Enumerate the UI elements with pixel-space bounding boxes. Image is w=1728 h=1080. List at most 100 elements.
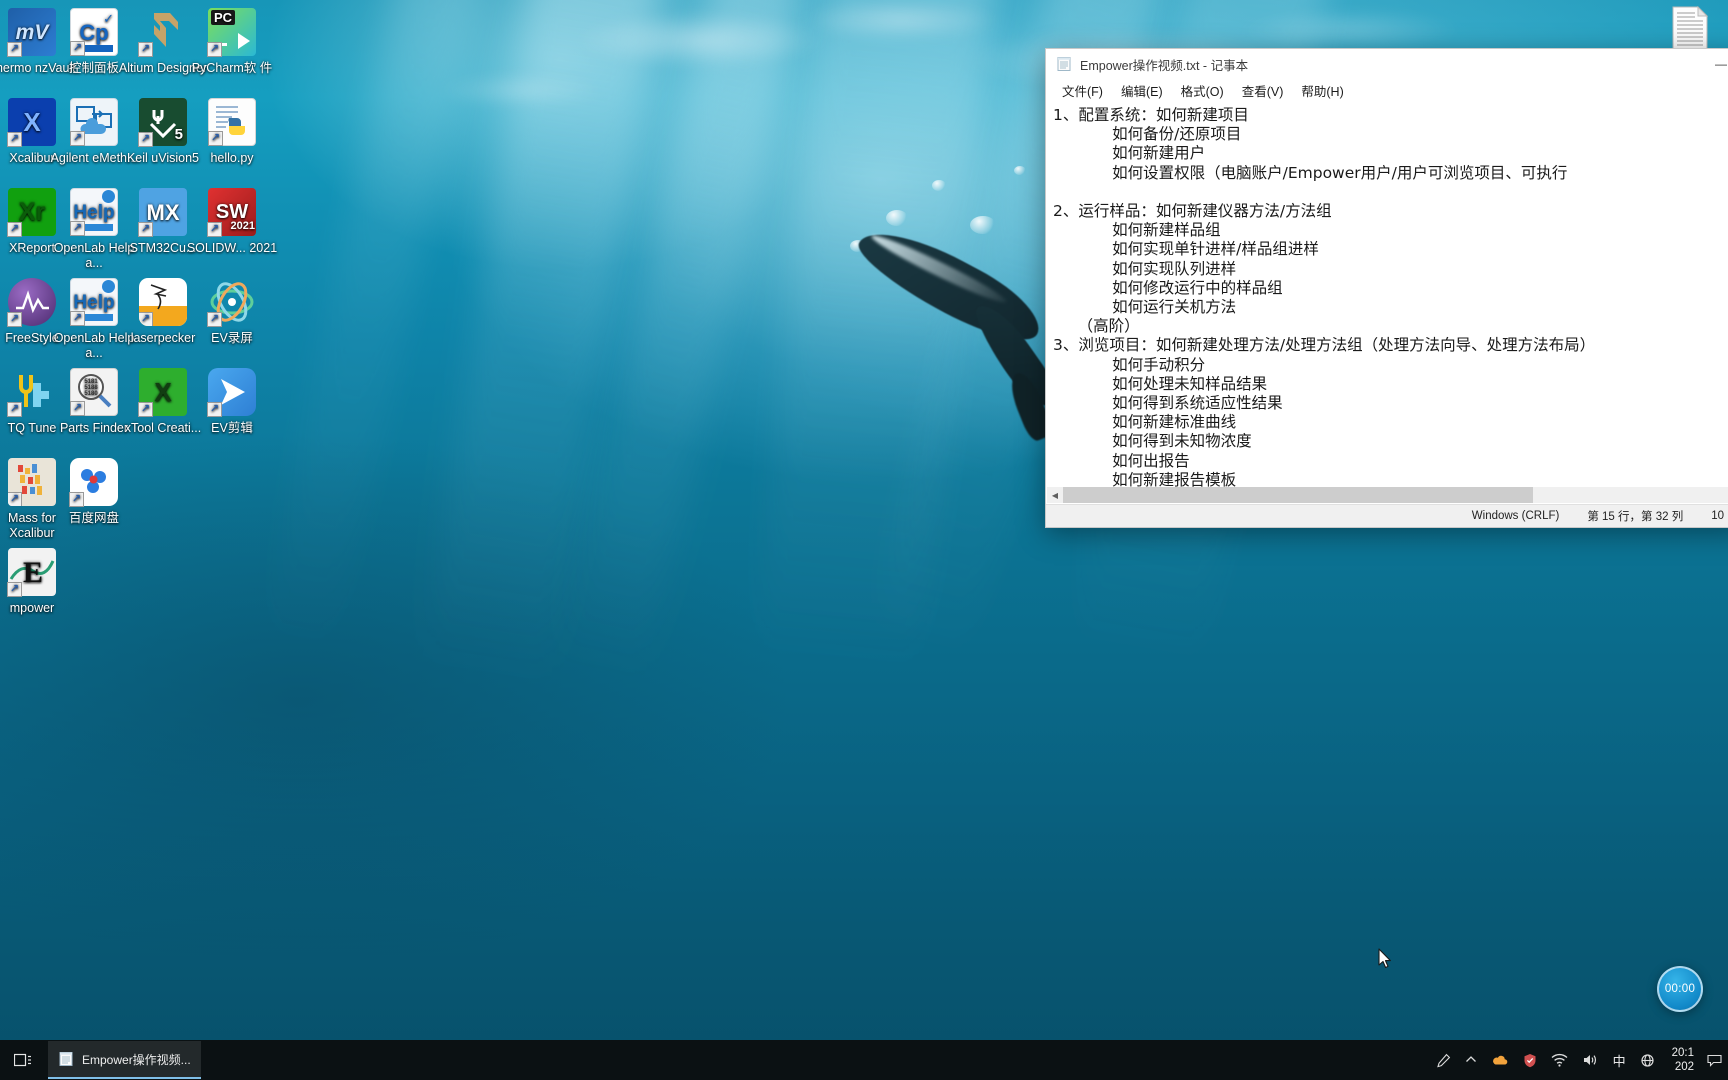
status-zoom: 10 (1711, 510, 1724, 522)
desktop-icon-label: 百度网盘 (68, 511, 119, 525)
shortcut-arrow-icon (70, 401, 85, 416)
menu-item-view[interactable]: 查看(V) (1234, 79, 1292, 102)
task-view-button[interactable] (0, 1040, 46, 1080)
shortcut-arrow-icon (70, 41, 85, 56)
desktop-icon-grid: mVThermo nzVaultCp✓控制面板Altium DesignerPC… (0, 0, 280, 660)
shortcut-arrow-icon (138, 222, 153, 237)
desktop-icon-ev-luping[interactable]: EV录屏 (186, 278, 278, 346)
notepad-text-area[interactable]: 1、配置系统：如何新建项目 如何备份/还原项目 如何新建用户 如何设置权限（电脑… (1046, 103, 1728, 504)
notepad-text-content[interactable]: 1、配置系统：如何新建项目 如何备份/还原项目 如何新建用户 如何设置权限（电脑… (1053, 106, 1728, 503)
svg-text:5180: 5180 (84, 391, 98, 397)
desktop-icon-glyph (138, 8, 187, 57)
scrollbar-thumb[interactable] (1063, 487, 1533, 503)
desktop-icon-glyph: Cp ✓ (70, 8, 118, 56)
ime-chinese-icon[interactable]: 中 (1606, 1040, 1633, 1080)
taskbar-item-notepad[interactable]: Empower操作视频... (48, 1041, 201, 1079)
desktop-icon-baidu-netdisk[interactable]: 百度网盘 (48, 458, 140, 526)
shortcut-arrow-icon (7, 132, 22, 147)
taskbar-clock[interactable]: 20:1 202 (1662, 1040, 1704, 1080)
svg-text:E: E (23, 556, 43, 589)
desktop-icon-glyph (207, 368, 256, 417)
notepad-statusbar: Windows (CRLF) 第 15 行，第 32 列 10 (1046, 504, 1728, 527)
network-icon[interactable] (1544, 1040, 1575, 1080)
window-controls: — (1698, 49, 1728, 79)
shortcut-arrow-icon (7, 582, 22, 597)
clock-date: 202 (1674, 1061, 1694, 1073)
minimize-button[interactable]: — (1698, 49, 1728, 79)
desktop-icon-label: PyCharm软 件 (191, 61, 273, 75)
notification-center-button[interactable] (1704, 1040, 1724, 1080)
onedrive-icon[interactable] (1484, 1040, 1516, 1080)
desktop-icon-ev-jianji[interactable]: EV剪辑 (186, 368, 278, 436)
shortcut-arrow-icon (207, 312, 222, 327)
taskbar[interactable]: Empower操作视频... 中 20:1 202 (0, 1040, 1728, 1080)
shortcut-arrow-icon (8, 492, 22, 506)
shortcut-arrow-icon (207, 42, 222, 57)
ime-extra-icon[interactable] (1633, 1040, 1662, 1080)
desktop-icon-glyph: 5 (138, 98, 187, 147)
desktop-icon-label: mpower (9, 601, 55, 615)
notepad-icon (1056, 56, 1072, 72)
pen-icon[interactable] (1429, 1040, 1458, 1080)
shortcut-arrow-icon (139, 312, 153, 326)
desktop-icon-label: SOLIDW... 2021 (186, 241, 278, 255)
desktop-icon-glyph: X (138, 368, 187, 417)
mouse-cursor (1378, 948, 1392, 970)
shortcut-arrow-icon (70, 311, 85, 326)
status-cursor-position: 第 15 行，第 32 列 (1587, 511, 1684, 523)
notepad-window[interactable]: Empower操作视频.txt - 记事本 — 文件(F) 编辑(E) 格式(O… (1045, 48, 1728, 528)
horizontal-scrollbar[interactable]: ◀ ▶ (1047, 487, 1728, 503)
security-shield-icon[interactable] (1516, 1040, 1544, 1080)
shortcut-arrow-icon (138, 132, 153, 147)
menu-item-help[interactable]: 帮助(H) (1293, 79, 1351, 102)
menu-item-format[interactable]: 格式(O) (1173, 79, 1232, 102)
desktop-icon-glyph (207, 278, 256, 327)
desktop-icon-label: hello.py (210, 151, 254, 165)
notepad-titlebar[interactable]: Empower操作视频.txt - 记事本 — (1046, 49, 1728, 79)
desktop-icon-label: EV剪辑 (211, 421, 253, 435)
notepad-icon (58, 1051, 74, 1067)
menu-item-edit[interactable]: 编辑(E) (1113, 79, 1171, 102)
screen-recorder-timer[interactable]: 00:00 (1657, 966, 1703, 1012)
shortcut-arrow-icon (208, 131, 223, 146)
shortcut-arrow-icon (69, 492, 84, 507)
desktop-icon-glyph: MX (138, 188, 187, 237)
desktop-icon-glyph (139, 278, 187, 326)
desktop-icon-hello-py[interactable]: hello.py (186, 98, 278, 166)
desktop-icon-label: EV录屏 (211, 331, 253, 345)
shortcut-arrow-icon (7, 42, 22, 57)
desktop-icon-glyph: Help (70, 188, 118, 236)
notepad-menubar: 文件(F) 编辑(E) 格式(O) 查看(V) 帮助(H) (1046, 79, 1728, 103)
system-tray: 中 20:1 202 (1429, 1040, 1728, 1080)
shortcut-arrow-icon (70, 221, 85, 236)
taskbar-app-list: Empower操作视频... (46, 1040, 201, 1080)
document-icon (1672, 6, 1708, 50)
volume-icon[interactable] (1575, 1040, 1606, 1080)
desktop-icon-glyph: SW 2021 (207, 188, 256, 237)
desktop-icon-pycharm[interactable]: PC PyCharm软 件 (186, 8, 278, 76)
menu-item-file[interactable]: 文件(F) (1054, 79, 1111, 102)
shortcut-arrow-icon (7, 222, 22, 237)
taskbar-item-label: Empower操作视频... (82, 1052, 191, 1067)
scrollbar-track[interactable] (1063, 487, 1727, 503)
shortcut-arrow-icon (207, 222, 222, 237)
desktop-icon-glyph: 5181 5188 5180 (70, 368, 118, 416)
shortcut-arrow-icon (7, 312, 22, 327)
status-line-ending: Windows (CRLF) (1471, 510, 1560, 522)
shortcut-arrow-icon (7, 402, 22, 417)
shortcut-arrow-icon (138, 402, 153, 417)
shortcut-arrow-icon (138, 42, 153, 57)
desktop-icon-glyph: Help (70, 278, 118, 326)
scroll-left-arrow[interactable]: ◀ (1047, 487, 1063, 503)
desktop-icon-empower[interactable]: Empower (0, 548, 78, 616)
show-hidden-icons-chevron[interactable] (1458, 1040, 1484, 1080)
recorder-time: 00:00 (1664, 983, 1696, 995)
desktop-icon-glyph: E (7, 548, 56, 597)
shortcut-arrow-icon (70, 131, 85, 146)
desktop-icon-solidworks-2021[interactable]: SW2021 SOLIDW... 2021 (186, 188, 278, 256)
shortcut-arrow-icon (207, 402, 222, 417)
desktop-icon-glyph: PC (207, 8, 256, 57)
desktop-icon-glyph (70, 98, 118, 146)
notepad-window-title: Empower操作视频.txt - 记事本 (1080, 58, 1249, 73)
desktop-icon-glyph (208, 98, 256, 146)
